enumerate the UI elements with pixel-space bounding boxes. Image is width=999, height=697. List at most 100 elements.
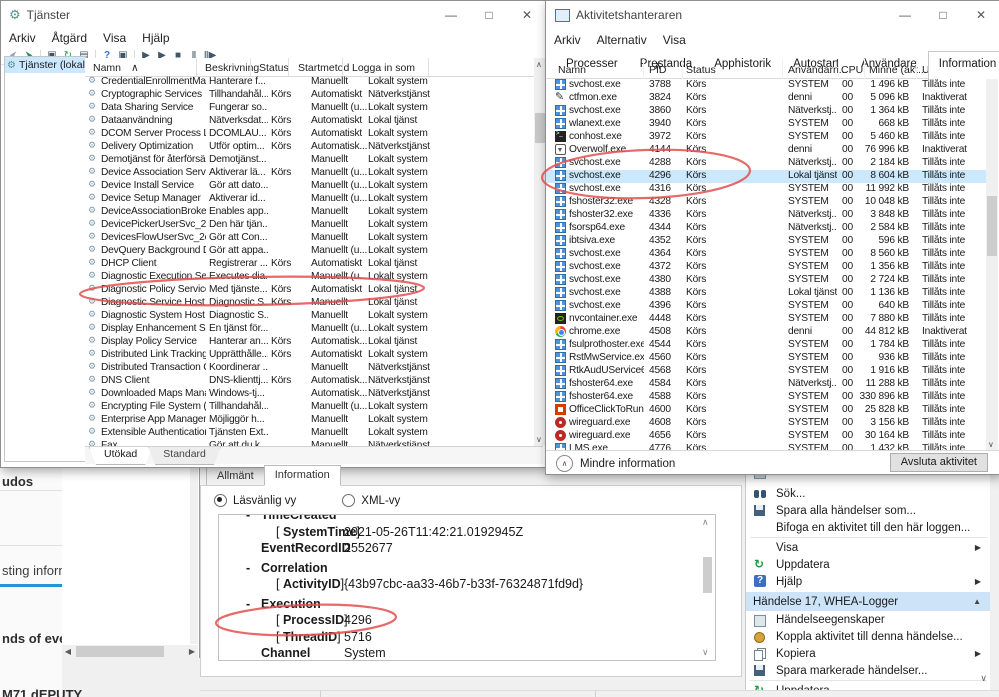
action-item[interactable]: Hjälp▶ (746, 573, 991, 590)
minimize-icon[interactable]: ― (886, 1, 924, 29)
column-header-namn[interactable]: Namn (558, 64, 586, 76)
scroll-down-icon[interactable]: ∨ (988, 440, 994, 449)
process-row[interactable]: svchost.exe4372KörsSYSTEM001 356 kBTillå… (546, 261, 986, 274)
process-row[interactable]: fshoster32.exe4328KörsSYSTEM0010 048 kBT… (546, 196, 986, 209)
action-item[interactable]: Uppdatera (746, 682, 991, 690)
menu-item-arkiv[interactable]: Arkiv (1, 29, 44, 47)
menu-item-visa[interactable]: Visa (95, 29, 134, 47)
menu-item-alternativ[interactable]: Alternativ (589, 31, 655, 49)
service-row[interactable]: ⚙Cryptographic ServicesTillhandahål...Kö… (85, 89, 534, 102)
service-row[interactable]: ⚙Diagnostic Service HostDiagnostic S...K… (85, 297, 534, 310)
menu-item-hjälp[interactable]: Hjälp (134, 29, 177, 47)
process-row[interactable]: fsorsp64.exe4344KörsNätverkstj...002 584… (546, 222, 986, 235)
process-row[interactable]: svchost.exe4296KörsLokal tjänst008 604 k… (546, 170, 986, 183)
scroll-up-icon[interactable]: ∧ (536, 60, 542, 69)
column-header-minne[interactable]: Minne (akt... (869, 64, 927, 76)
action-item[interactable]: Sök... (746, 485, 991, 502)
service-row[interactable]: ⚙Distributed Transaction Coo...Koordiner… (85, 362, 534, 375)
scrollbar-thumb[interactable] (76, 646, 164, 657)
close-icon[interactable]: ✕ (508, 1, 546, 29)
process-row[interactable]: wireguard.exe4608KörsSYSTEM003 156 kBTil… (546, 417, 986, 430)
horizontal-scrollbar[interactable]: ◀ ▶ (62, 645, 198, 658)
actions-section-header[interactable]: Händelse 17, WHEA-Logger▲ (746, 592, 991, 611)
column-header-status[interactable]: Status (259, 62, 289, 74)
service-row[interactable]: ⚙Encrypting File System (EFS)Tillhandahå… (85, 401, 534, 414)
service-row[interactable]: ⚙Diagnostic Policy ServiceMed tjänste...… (85, 284, 534, 297)
process-row[interactable]: svchost.exe3788KörsSYSTEM001 496 kBTillå… (546, 79, 986, 92)
service-row[interactable]: ⚙Downloaded Maps ManagerWindows-tj...Aut… (85, 388, 534, 401)
end-task-button[interactable]: Avsluta aktivitet (890, 453, 988, 472)
process-row[interactable]: chrome.exe4508Körsdenni0044 812 kBInakti… (546, 326, 986, 339)
services-titlebar[interactable]: ⚙ Tjänster ― □ ✕ (1, 1, 546, 29)
process-row[interactable]: ibtsiva.exe4352KörsSYSTEM00596 kBTillåts… (546, 235, 986, 248)
scroll-up-icon[interactable]: ∧ (702, 517, 709, 528)
action-item[interactable]: Koppla aktivitet till denna händelse... (746, 628, 991, 645)
minimize-icon[interactable]: ― (432, 1, 470, 29)
process-row[interactable]: fsulprothoster.exe4544KörsSYSTEM001 784 … (546, 339, 986, 352)
service-row[interactable]: ⚙Display Policy ServiceHanterar an...Kör… (85, 336, 534, 349)
process-row[interactable]: svchost.exe3860KörsNätverkstj...001 364 … (546, 105, 986, 118)
process-row[interactable]: RstMwService.exe4560KörsSYSTEM00936 kBTi… (546, 352, 986, 365)
service-row[interactable]: ⚙Demotjänst för återförsäljni...Demotjän… (85, 154, 534, 167)
process-row[interactable]: ctfmon.exe3824Körsdenni005 096 kBInaktiv… (546, 92, 986, 105)
process-row[interactable]: Overwolf.exe4144Körsdenni0076 996 kBInak… (546, 144, 986, 157)
process-row[interactable]: wireguard.exe4656KörsSYSTEM0030 164 kBTi… (546, 430, 986, 443)
process-row[interactable]: svchost.exe4380KörsSYSTEM002 724 kBTillå… (546, 274, 986, 287)
tab-information[interactable]: Information (264, 465, 341, 486)
friendly-view-radio[interactable] (214, 494, 227, 507)
maximize-icon[interactable]: □ (924, 1, 962, 29)
event-box-scrollbar[interactable]: ∧ ∨ (700, 515, 715, 660)
service-row[interactable]: ⚙Data Sharing ServiceFungerar so...Manue… (85, 102, 534, 115)
column-header-namn[interactable]: Namn (93, 62, 121, 74)
tab-information[interactable]: Information (928, 51, 999, 79)
process-row[interactable]: fshoster32.exe4336KörsNätverkstj...003 8… (546, 209, 986, 222)
process-row[interactable]: fshoster64.exe4584KörsNätverkstj...0011 … (546, 378, 986, 391)
action-item[interactable]: Spara alla händelser som... (746, 502, 991, 519)
service-row[interactable]: ⚙DCOM Server Process Laun...DCOMLAU...Kö… (85, 128, 534, 141)
scroll-down-icon[interactable]: ∨ (536, 435, 542, 444)
process-row[interactable]: svchost.exe4396KörsSYSTEM00640 kBTillåts… (546, 300, 986, 313)
maximize-icon[interactable]: □ (470, 1, 508, 29)
service-row[interactable]: ⚙Enterprise App Managemen...Möjliggör h.… (85, 414, 534, 427)
menu-item-arkiv[interactable]: Arkiv (546, 31, 589, 49)
process-row[interactable]: svchost.exe4364KörsSYSTEM008 560 kBTillå… (546, 248, 986, 261)
service-row[interactable]: ⚙DevicesFlowUserSvc_2e3e6Gör att Con...M… (85, 232, 534, 245)
process-row[interactable]: svchost.exe4288KörsNätverkstj...002 184 … (546, 157, 986, 170)
scroll-down-icon[interactable]: ∨ (702, 647, 709, 658)
service-row[interactable]: ⚙Distributed Link Tracking Cli...Upprätt… (85, 349, 534, 362)
service-row[interactable]: ⚙DHCP ClientRegistrerar ...KörsAutomatis… (85, 258, 534, 271)
scrollbar-thumb[interactable] (703, 557, 712, 593)
scroll-down-icon[interactable]: ∨ (980, 673, 987, 684)
tab-allmant[interactable]: Allmänt (206, 467, 265, 486)
less-details-toggle[interactable]: ∧ Mindre information (556, 455, 675, 472)
collapse-icon[interactable]: ▲ (973, 597, 981, 606)
process-row[interactable]: svchost.exe4316KörsSYSTEM0011 992 kBTill… (546, 183, 986, 196)
action-item[interactable]: Spara markerade händelser... (746, 662, 991, 679)
action-item[interactable]: Bifoga en aktivitet till den här loggen.… (746, 519, 991, 536)
column-header-status[interactable]: Status (686, 64, 716, 76)
service-row[interactable]: ⚙DevicePickerUserSvc_2e3e6Den här tjän..… (85, 219, 534, 232)
menu-item-visa[interactable]: Visa (655, 31, 694, 49)
process-row[interactable]: fshoster64.exe4588KörsSYSTEM00330 896 kB… (546, 391, 986, 404)
service-row[interactable]: ⚙Display Enhancement ServiceEn tjänst fö… (85, 323, 534, 336)
tab-standard[interactable]: Standard (148, 447, 221, 465)
taskmgr-scrollbar[interactable]: ∧ ∨ (986, 59, 998, 451)
action-item[interactable]: Kopiera▶ (746, 645, 991, 662)
tab-utokad[interactable]: Utökad (89, 447, 152, 465)
scroll-right-icon[interactable]: ▶ (186, 645, 198, 658)
column-header-logga-in-som[interactable]: Logga in som (352, 62, 415, 74)
action-item[interactable]: Uppdatera (746, 556, 991, 573)
column-header-beskrivning[interactable]: Beskrivning (205, 62, 259, 74)
scrollbar-thumb[interactable] (987, 196, 997, 256)
column-header-cpu[interactable]: CPU (841, 64, 863, 76)
menu-item-åtgärd[interactable]: Åtgärd (44, 29, 95, 47)
process-row[interactable]: nvcontainer.exe4448KörsSYSTEM007 880 kBT… (546, 313, 986, 326)
service-row[interactable]: ⚙DataanvändningNätverksdat...KörsAutomat… (85, 115, 534, 128)
service-row[interactable]: ⚙DevQuery Background Disc...Gör att appa… (85, 245, 534, 258)
tree-item-services-local[interactable]: ⚙ Tjänster (lokala) (5, 57, 85, 73)
service-row[interactable]: ⚙Device Install ServiceGör att dato...Ma… (85, 180, 534, 193)
service-row[interactable]: ⚙CredentialEnrollmentMana...Hanterare f.… (85, 76, 534, 89)
action-item[interactable]: Visa▶ (746, 539, 991, 556)
scroll-left-icon[interactable]: ◀ (62, 645, 74, 658)
action-item[interactable]: Händelseegenskaper (746, 611, 991, 628)
